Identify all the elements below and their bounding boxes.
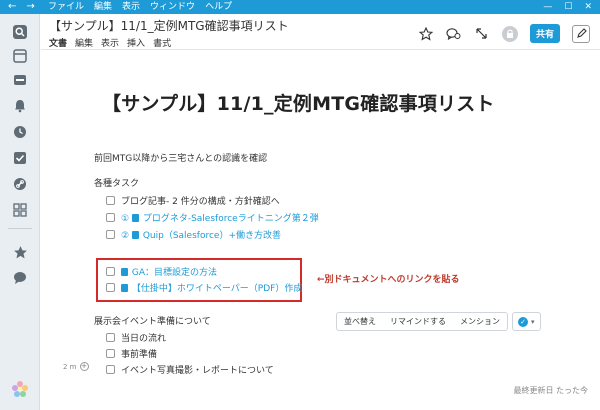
favorite-star-icon[interactable] — [418, 26, 434, 42]
menu-edit[interactable]: 編集 — [94, 0, 112, 14]
left-sidebar — [0, 14, 40, 410]
task-checkbox[interactable] — [106, 213, 115, 222]
annotation-callout: ←別ドキュメントへのリンクを貼る — [317, 275, 460, 285]
grid-icon[interactable] — [12, 202, 28, 218]
checklist-item: 【仕掛中】ホワイトペーパー（PDF）作成 — [106, 281, 302, 294]
task-checkbox[interactable] — [106, 267, 115, 276]
quip-logo-icon — [10, 379, 30, 399]
task-text[interactable]: ブログ記事- 2 件分の構成・方針確認へ — [121, 194, 280, 207]
checklist-style-dropdown[interactable]: ✓ ▾ — [512, 312, 541, 331]
intro-paragraph[interactable]: 前回MTG以降から三宅さんとの認識を確認 — [94, 151, 267, 164]
checklist-item: 当日の流れ — [106, 331, 166, 344]
sort-button[interactable]: 並べ替え — [337, 313, 383, 330]
document-menu: 文書 編集 表示 挿入 書式 — [49, 36, 171, 49]
task-checkbox[interactable] — [106, 230, 115, 239]
maximize-icon[interactable]: ☐ — [564, 2, 572, 12]
section-heading-event[interactable]: 展示会イベント準備について — [94, 314, 211, 327]
checklist-item: ブログ記事- 2 件分の構成・方針確認へ — [106, 194, 280, 207]
archive-icon[interactable] — [12, 72, 28, 88]
menu-window[interactable]: ウィンドウ — [150, 0, 195, 14]
document-link-icon — [121, 268, 128, 276]
last-updated-label: 最終更新日 たった今 — [513, 386, 588, 395]
compose-edit-icon[interactable] — [572, 24, 590, 43]
conversation-icon[interactable] — [446, 26, 462, 42]
app-menu: ファイル 編集 表示 ウィンドウ ヘルプ — [44, 0, 232, 14]
task-text[interactable]: 事前準備 — [121, 347, 157, 360]
window-titlebar: ← → ファイル 編集 表示 ウィンドウ ヘルプ — ☐ ✕ — [0, 0, 600, 14]
nav-buttons: ← → — [0, 0, 44, 14]
document-link[interactable]: 【仕掛中】ホワイトペーパー（PDF）作成 — [132, 284, 302, 294]
checkbox-icon[interactable] — [12, 150, 28, 166]
close-icon[interactable]: ✕ — [584, 2, 592, 12]
window-controls: — ☐ ✕ — [543, 2, 600, 12]
document-title[interactable]: 【サンプル】11/1_定例MTG確認事項リスト — [102, 89, 495, 116]
search-icon[interactable] — [12, 24, 28, 40]
check-circle-icon: ✓ — [518, 316, 528, 327]
chat-icon[interactable] — [12, 270, 28, 286]
link-icon[interactable] — [12, 176, 28, 192]
document-link[interactable]: プログネタ-Salesforceライトニング第２弾 — [143, 214, 319, 224]
menu-file[interactable]: ファイル — [48, 0, 84, 14]
sidebar-divider — [8, 228, 32, 229]
format-toolbar: 並べ替え リマインドする メンション ✓ ▾ — [336, 312, 541, 331]
document-title-header[interactable]: 【サンプル】11/1_定例MTG確認事項リスト — [49, 17, 289, 34]
checklist-item: ① プログネタ-Salesforceライトニング第２弾 — [106, 211, 319, 224]
document-link-icon — [131, 214, 139, 222]
inbox-icon[interactable] — [12, 48, 28, 64]
task-text[interactable]: イベント写真撮影・レポートについて — [121, 363, 274, 376]
remind-button[interactable]: リマインドする — [383, 313, 453, 330]
mention-button[interactable]: メンション — [453, 313, 507, 330]
doc-menu-edit[interactable]: 編集 — [75, 36, 93, 49]
task-checkbox[interactable] — [106, 333, 115, 342]
task-number: ① — [121, 214, 130, 224]
checklist-item: イベント写真撮影・レポートについて — [106, 363, 274, 376]
edit-time-label: 2 m — [63, 362, 77, 371]
doc-menu-view[interactable]: 表示 — [101, 36, 119, 49]
document-body: 【サンプル】11/1_定例MTG確認事項リスト 前回MTG以降から三宅さんとの認… — [41, 51, 600, 410]
task-checkbox[interactable] — [106, 349, 115, 358]
doc-menu-format[interactable]: 書式 — [153, 36, 171, 49]
forward-arrow-icon[interactable]: → — [26, 0, 34, 14]
doc-menu-document[interactable]: 文書 — [49, 36, 67, 49]
task-checkbox[interactable] — [106, 365, 115, 374]
header-actions: 共有 — [418, 24, 590, 43]
format-button-group: 並べ替え リマインドする メンション — [336, 312, 508, 331]
document-link[interactable]: Quip（Salesforce）+働き方改善 — [143, 231, 281, 241]
lock-icon[interactable] — [501, 25, 518, 42]
chevron-down-icon: ▾ — [531, 317, 535, 326]
task-number: ② — [121, 231, 130, 241]
doc-menu-insert[interactable]: 挿入 — [127, 36, 145, 49]
checklist-item: ② Quip（Salesforce）+働き方改善 — [106, 228, 281, 241]
add-comment-icon[interactable]: + — [79, 362, 89, 371]
document-link-icon — [121, 284, 128, 292]
back-arrow-icon[interactable]: ← — [8, 0, 16, 14]
clock-icon[interactable] — [12, 124, 28, 140]
task-checkbox[interactable] — [106, 196, 115, 205]
checklist-item: 事前準備 — [106, 347, 157, 360]
menu-view[interactable]: 表示 — [122, 0, 140, 14]
expand-arrows-icon[interactable] — [474, 26, 490, 42]
share-button[interactable]: 共有 — [529, 24, 560, 43]
document-link-icon — [131, 231, 139, 239]
minimize-icon[interactable]: — — [543, 2, 552, 12]
document-header: 【サンプル】11/1_定例MTG確認事項リスト 文書 編集 表示 挿入 書式 共… — [41, 14, 600, 50]
section-heading-tasks[interactable]: 各種タスク — [94, 176, 139, 189]
line-gutter: 2 m + — [63, 362, 89, 371]
task-checkbox[interactable] — [106, 283, 115, 292]
document-link[interactable]: GA：目標設定の方法 — [132, 268, 217, 278]
bell-icon[interactable] — [12, 98, 28, 114]
menu-help[interactable]: ヘルプ — [205, 0, 232, 14]
star-icon[interactable] — [12, 244, 28, 260]
task-text[interactable]: 当日の流れ — [121, 331, 166, 344]
checklist-item: GA：目標設定の方法 — [106, 265, 217, 278]
